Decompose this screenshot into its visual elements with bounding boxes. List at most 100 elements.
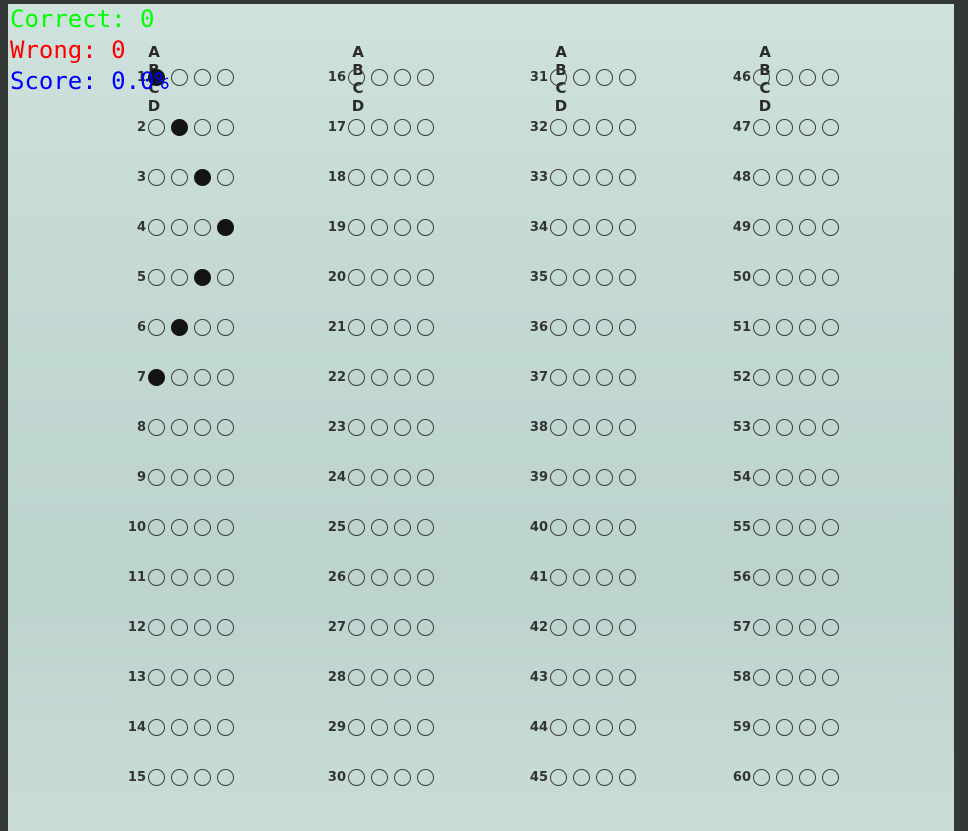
answer-bubble-a[interactable] bbox=[753, 68, 770, 86]
answer-bubble-d[interactable] bbox=[217, 418, 234, 436]
answer-bubble-b[interactable] bbox=[171, 468, 188, 486]
answer-bubble-b[interactable] bbox=[171, 668, 188, 686]
answer-bubble-c[interactable] bbox=[799, 318, 816, 336]
answer-bubble-d[interactable] bbox=[417, 268, 434, 286]
answer-bubble-a[interactable] bbox=[148, 218, 165, 236]
answer-bubble-c[interactable] bbox=[394, 218, 411, 236]
answer-bubble-d[interactable] bbox=[619, 618, 636, 636]
answer-bubble-c[interactable] bbox=[394, 118, 411, 136]
answer-bubble-b[interactable] bbox=[171, 168, 188, 186]
answer-bubble-a[interactable] bbox=[550, 368, 567, 386]
answer-bubble-b[interactable] bbox=[573, 618, 590, 636]
answer-bubble-a[interactable] bbox=[753, 518, 770, 536]
answer-bubble-a[interactable] bbox=[753, 418, 770, 436]
answer-bubble-b[interactable] bbox=[171, 318, 188, 336]
answer-bubble-c[interactable] bbox=[194, 268, 211, 286]
answer-bubble-a[interactable] bbox=[348, 518, 365, 536]
answer-bubble-b[interactable] bbox=[371, 318, 388, 336]
answer-bubble-b[interactable] bbox=[371, 418, 388, 436]
answer-bubble-a[interactable] bbox=[753, 568, 770, 586]
answer-bubble-b[interactable] bbox=[776, 668, 793, 686]
answer-bubble-c[interactable] bbox=[394, 68, 411, 86]
answer-bubble-a[interactable] bbox=[550, 768, 567, 786]
answer-bubble-a[interactable] bbox=[348, 418, 365, 436]
answer-bubble-b[interactable] bbox=[573, 268, 590, 286]
answer-bubble-c[interactable] bbox=[394, 318, 411, 336]
answer-bubble-d[interactable] bbox=[822, 268, 839, 286]
answer-bubble-b[interactable] bbox=[171, 268, 188, 286]
answer-bubble-b[interactable] bbox=[573, 718, 590, 736]
answer-bubble-d[interactable] bbox=[217, 368, 234, 386]
answer-bubble-a[interactable] bbox=[753, 268, 770, 286]
answer-bubble-b[interactable] bbox=[573, 768, 590, 786]
answer-bubble-a[interactable] bbox=[148, 468, 165, 486]
answer-bubble-c[interactable] bbox=[194, 518, 211, 536]
answer-bubble-d[interactable] bbox=[217, 118, 234, 136]
answer-bubble-b[interactable] bbox=[776, 518, 793, 536]
answer-bubble-b[interactable] bbox=[573, 68, 590, 86]
answer-bubble-d[interactable] bbox=[417, 318, 434, 336]
answer-bubble-a[interactable] bbox=[550, 318, 567, 336]
answer-bubble-d[interactable] bbox=[619, 418, 636, 436]
answer-bubble-a[interactable] bbox=[348, 668, 365, 686]
answer-bubble-c[interactable] bbox=[799, 368, 816, 386]
answer-bubble-c[interactable] bbox=[596, 118, 613, 136]
answer-bubble-d[interactable] bbox=[822, 468, 839, 486]
answer-bubble-a[interactable] bbox=[348, 768, 365, 786]
answer-bubble-c[interactable] bbox=[799, 518, 816, 536]
answer-bubble-a[interactable] bbox=[148, 118, 165, 136]
answer-bubble-a[interactable] bbox=[348, 718, 365, 736]
answer-bubble-a[interactable] bbox=[348, 318, 365, 336]
answer-bubble-d[interactable] bbox=[822, 318, 839, 336]
answer-bubble-c[interactable] bbox=[596, 618, 613, 636]
answer-bubble-c[interactable] bbox=[194, 168, 211, 186]
answer-bubble-a[interactable] bbox=[550, 568, 567, 586]
answer-bubble-a[interactable] bbox=[348, 68, 365, 86]
answer-bubble-a[interactable] bbox=[550, 418, 567, 436]
answer-bubble-b[interactable] bbox=[776, 68, 793, 86]
answer-bubble-b[interactable] bbox=[573, 568, 590, 586]
answer-bubble-d[interactable] bbox=[217, 568, 234, 586]
answer-bubble-b[interactable] bbox=[171, 368, 188, 386]
answer-bubble-c[interactable] bbox=[394, 768, 411, 786]
answer-bubble-b[interactable] bbox=[171, 768, 188, 786]
answer-bubble-d[interactable] bbox=[619, 568, 636, 586]
answer-bubble-c[interactable] bbox=[596, 68, 613, 86]
answer-bubble-b[interactable] bbox=[776, 368, 793, 386]
answer-bubble-d[interactable] bbox=[217, 168, 234, 186]
answer-bubble-b[interactable] bbox=[371, 118, 388, 136]
answer-bubble-a[interactable] bbox=[550, 68, 567, 86]
answer-bubble-d[interactable] bbox=[417, 418, 434, 436]
answer-bubble-b[interactable] bbox=[371, 518, 388, 536]
answer-bubble-a[interactable] bbox=[148, 568, 165, 586]
answer-bubble-d[interactable] bbox=[822, 368, 839, 386]
answer-bubble-b[interactable] bbox=[573, 168, 590, 186]
answer-bubble-a[interactable] bbox=[148, 768, 165, 786]
answer-bubble-a[interactable] bbox=[348, 168, 365, 186]
answer-bubble-c[interactable] bbox=[799, 718, 816, 736]
answer-bubble-d[interactable] bbox=[619, 118, 636, 136]
answer-bubble-c[interactable] bbox=[194, 318, 211, 336]
answer-bubble-d[interactable] bbox=[417, 718, 434, 736]
answer-bubble-c[interactable] bbox=[799, 218, 816, 236]
answer-bubble-a[interactable] bbox=[550, 718, 567, 736]
answer-bubble-d[interactable] bbox=[619, 768, 636, 786]
answer-bubble-c[interactable] bbox=[596, 768, 613, 786]
answer-bubble-b[interactable] bbox=[573, 118, 590, 136]
answer-bubble-c[interactable] bbox=[596, 518, 613, 536]
answer-bubble-c[interactable] bbox=[799, 618, 816, 636]
answer-bubble-a[interactable] bbox=[148, 168, 165, 186]
answer-bubble-a[interactable] bbox=[753, 168, 770, 186]
answer-bubble-c[interactable] bbox=[194, 68, 211, 86]
answer-bubble-a[interactable] bbox=[148, 618, 165, 636]
answer-bubble-c[interactable] bbox=[394, 668, 411, 686]
answer-bubble-d[interactable] bbox=[822, 218, 839, 236]
answer-bubble-d[interactable] bbox=[217, 668, 234, 686]
answer-bubble-d[interactable] bbox=[619, 368, 636, 386]
answer-bubble-b[interactable] bbox=[776, 468, 793, 486]
answer-bubble-b[interactable] bbox=[776, 718, 793, 736]
answer-bubble-d[interactable] bbox=[822, 168, 839, 186]
answer-bubble-c[interactable] bbox=[596, 218, 613, 236]
answer-bubble-b[interactable] bbox=[776, 318, 793, 336]
answer-bubble-a[interactable] bbox=[148, 268, 165, 286]
